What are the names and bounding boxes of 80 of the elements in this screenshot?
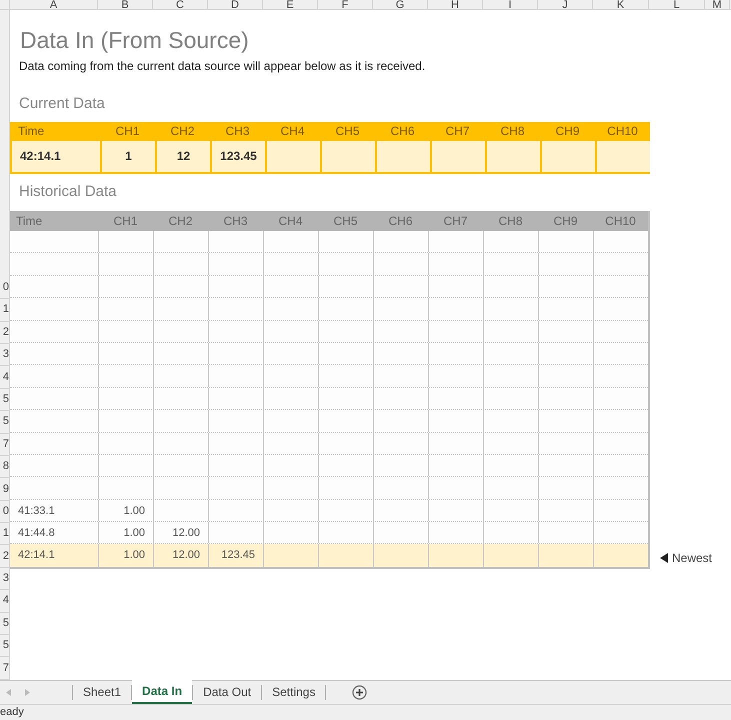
table-cell: 12.00 bbox=[172, 549, 200, 562]
row-header[interactable]: 5 bbox=[2, 640, 9, 652]
row-header[interactable]: 2 bbox=[2, 326, 9, 338]
row-header[interactable]: 2 bbox=[2, 550, 9, 562]
column-heading: CH2 bbox=[169, 123, 196, 140]
column-heading: CH1 bbox=[114, 123, 140, 140]
column-heading: CH8 bbox=[499, 123, 526, 140]
column-heading: CH10 bbox=[604, 213, 637, 230]
column-heading: CH9 bbox=[552, 213, 578, 230]
column-header[interactable]: D bbox=[208, 0, 263, 9]
column-header[interactable]: A bbox=[10, 0, 98, 9]
page-title: Data In (From Source) bbox=[19, 26, 250, 55]
column-heading: CH5 bbox=[332, 213, 358, 230]
row-header[interactable]: 7 bbox=[2, 438, 9, 450]
column-heading: CH2 bbox=[167, 213, 194, 230]
scroll-right-icon[interactable] bbox=[25, 689, 30, 696]
column-heading: Time bbox=[17, 123, 46, 140]
sheet-tab[interactable]: Settings bbox=[262, 680, 326, 704]
row-header[interactable]: 5 bbox=[2, 416, 9, 428]
table-cell: 41:44.8 bbox=[18, 527, 55, 540]
table-cell: 42:14.1 bbox=[18, 549, 55, 562]
row-header[interactable]: 3 bbox=[2, 349, 9, 360]
status-text: eady bbox=[0, 706, 24, 718]
table-cell: 42:14.1 bbox=[12, 141, 100, 172]
scroll-left-icon[interactable] bbox=[6, 689, 11, 696]
column-heading: CH9 bbox=[554, 123, 580, 140]
sheet-tab[interactable]: Data In bbox=[132, 680, 192, 704]
column-heading: Time bbox=[15, 213, 44, 230]
column-header[interactable]: H bbox=[428, 0, 483, 9]
column-header[interactable]: I bbox=[483, 0, 538, 9]
column-heading: CH6 bbox=[389, 123, 416, 140]
column-heading: CH4 bbox=[279, 123, 306, 140]
column-header[interactable]: M bbox=[705, 0, 730, 9]
table-cell: 41:33.1 bbox=[18, 504, 55, 517]
column-heading: CH3 bbox=[222, 213, 248, 230]
row-header[interactable]: 7 bbox=[2, 662, 9, 674]
sheet-tab[interactable]: Data Out bbox=[193, 680, 262, 704]
column-heading: CH7 bbox=[442, 213, 468, 230]
table-cell: 1.00 bbox=[124, 527, 145, 540]
row-header[interactable]: 4 bbox=[2, 372, 9, 383]
table-cell: 12 bbox=[155, 141, 210, 172]
column-header[interactable]: F bbox=[318, 0, 373, 9]
row-header[interactable]: 8 bbox=[2, 461, 9, 472]
column-heading: CH1 bbox=[112, 213, 138, 230]
column-header[interactable]: B bbox=[98, 0, 153, 9]
row-header[interactable]: 0 bbox=[2, 506, 9, 517]
row-header[interactable]: 1 bbox=[2, 304, 9, 316]
add-sheet-icon[interactable] bbox=[352, 685, 368, 700]
row-header[interactable]: 3 bbox=[2, 573, 9, 584]
column-header[interactable]: L bbox=[649, 0, 705, 9]
left-triangle-icon bbox=[660, 552, 668, 563]
section-heading: Historical Data bbox=[18, 182, 118, 202]
row-header[interactable]: 1 bbox=[2, 528, 9, 540]
row-header[interactable]: 4 bbox=[2, 595, 9, 606]
table-cell: 1.00 bbox=[124, 549, 145, 562]
row-header[interactable]: 5 bbox=[2, 618, 9, 629]
table-cell: 123.45 bbox=[210, 141, 265, 172]
column-header[interactable]: G bbox=[373, 0, 428, 9]
description-text: Data coming from the current data source will appear below as it is received. bbox=[18, 58, 426, 74]
table-cell: 12.00 bbox=[172, 527, 200, 540]
table-cell: 1 bbox=[100, 141, 155, 172]
row-header[interactable]: 0 bbox=[2, 282, 9, 293]
column-heading: CH4 bbox=[277, 213, 304, 230]
table-cell: 1.00 bbox=[124, 504, 145, 517]
column-heading: CH10 bbox=[606, 123, 639, 140]
column-heading: CH3 bbox=[224, 123, 250, 140]
column-heading: CH6 bbox=[387, 213, 414, 230]
column-heading: CH5 bbox=[334, 123, 360, 140]
column-heading: CH7 bbox=[444, 123, 470, 140]
newest-label: Newest bbox=[672, 550, 712, 567]
row-header[interactable]: 9 bbox=[2, 484, 9, 494]
row-header[interactable]: 5 bbox=[2, 394, 9, 405]
column-header[interactable]: K bbox=[593, 0, 649, 9]
column-heading: CH8 bbox=[497, 213, 524, 230]
sheet-tab[interactable]: Sheet1 bbox=[73, 680, 132, 704]
table-cell: 123.45 bbox=[221, 549, 255, 562]
column-header[interactable]: J bbox=[538, 0, 593, 9]
column-header[interactable]: C bbox=[153, 0, 208, 9]
column-header[interactable]: E bbox=[263, 0, 318, 9]
section-heading: Current Data bbox=[18, 94, 106, 114]
